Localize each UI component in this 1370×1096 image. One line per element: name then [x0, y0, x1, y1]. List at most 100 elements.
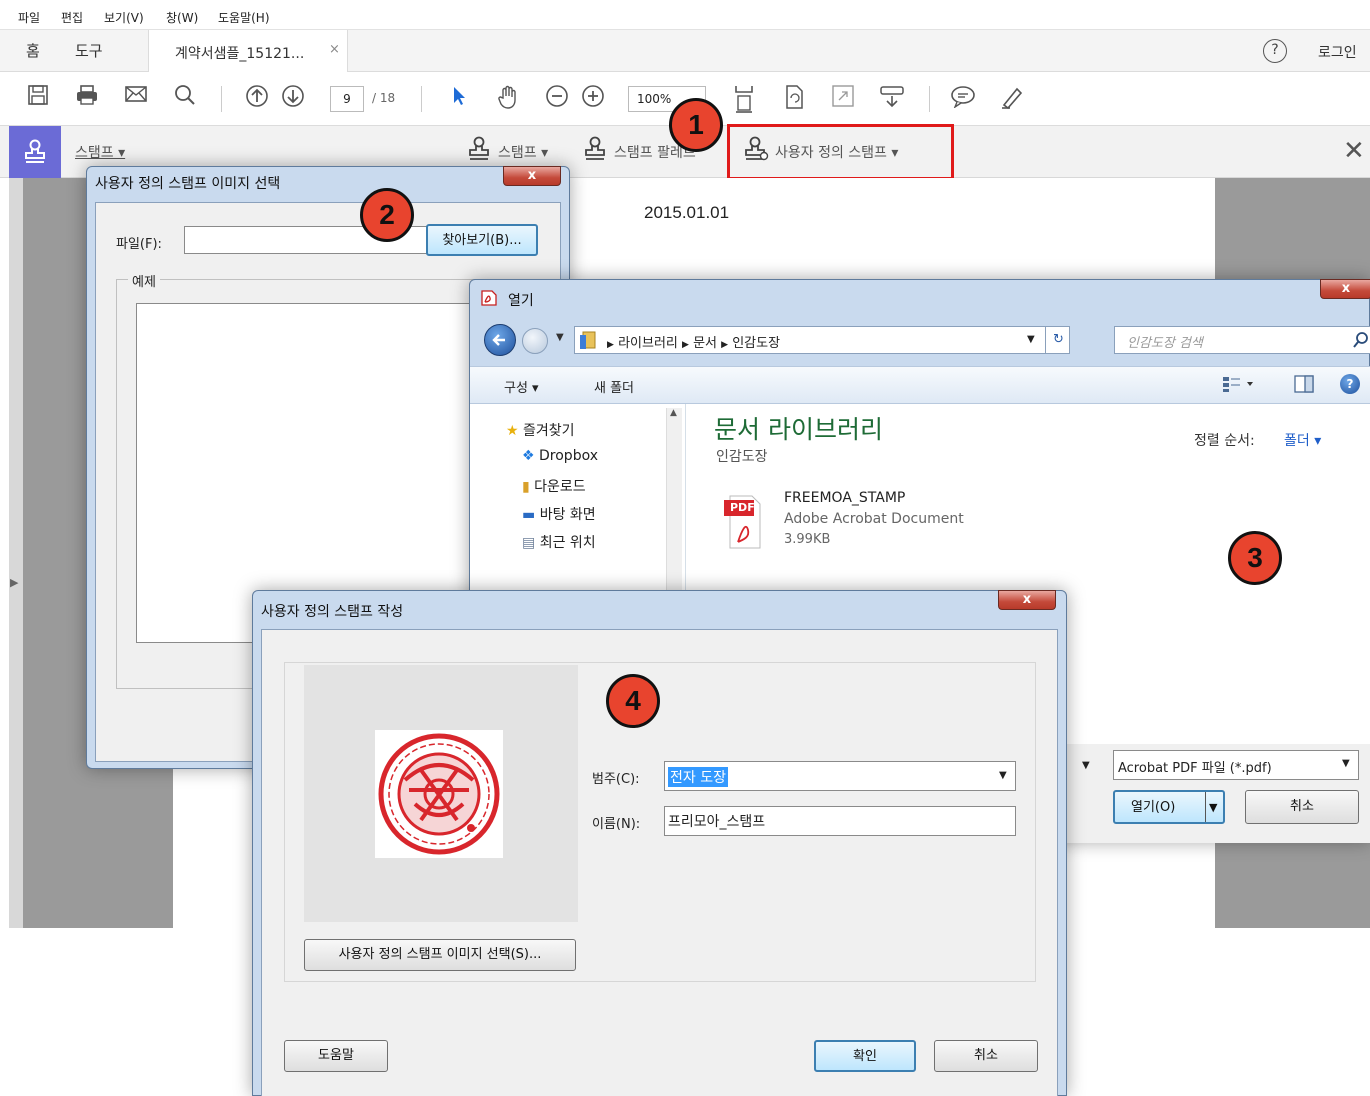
email-icon[interactable] [122, 84, 150, 112]
organize-menu[interactable]: 구성 ▾ [504, 377, 539, 396]
open-dialog-title: 열기 [508, 293, 534, 309]
pdf-file-icon: PDF [724, 492, 761, 552]
category-select[interactable]: 전자 도장 ▼ [664, 761, 1016, 791]
nav-desktop-label: 바탕 화면 [539, 507, 596, 523]
open-options-icon[interactable]: ▼ [1209, 792, 1217, 824]
nav-dropbox[interactable]: ❖ Dropbox [522, 448, 598, 464]
command-bar: 구성 ▾ 새 폴더 ? [470, 366, 1370, 404]
read-mode-icon[interactable] [878, 84, 906, 112]
print-icon[interactable] [73, 84, 101, 112]
scroll-up-icon[interactable]: ▲ [670, 408, 677, 418]
nav-favorites-label: 즐겨찾기 [523, 423, 575, 439]
nav-desktop[interactable]: ▬ 바탕 화면 [522, 504, 596, 524]
search-placeholder: 인감도장 검색 [1127, 336, 1203, 351]
open-cancel-button[interactable]: 취소 [1245, 790, 1359, 824]
refresh-icon[interactable]: ↻ [1045, 327, 1071, 353]
stamp-icon [467, 136, 491, 168]
star-icon: ★ [506, 423, 519, 439]
nav-favorites[interactable]: ★ 즐겨찾기 [506, 420, 575, 440]
close-tool-icon[interactable]: ✕ [1343, 136, 1365, 166]
ok-button[interactable]: 확인 [814, 1040, 916, 1072]
comment-icon[interactable] [949, 84, 977, 112]
stamp-seal-image [375, 730, 503, 858]
desktop-icon: ▬ [522, 507, 536, 523]
tab-home[interactable]: 홈 [26, 30, 40, 72]
menu-view[interactable]: 보기(V) [104, 9, 144, 26]
forward-button[interactable] [522, 328, 548, 354]
step-badge-1: 1 [669, 98, 723, 152]
history-dropdown-icon[interactable]: ▼ [556, 332, 564, 343]
address-dropdown-icon[interactable]: ▼ [1027, 334, 1035, 345]
zoom-out-icon[interactable] [543, 84, 571, 112]
open-button[interactable]: 열기(O) ▼ [1113, 790, 1225, 824]
recent-icon: ▤ [522, 535, 536, 551]
example-label: 예제 [128, 271, 160, 290]
name-label: 이름(N): [592, 817, 641, 832]
filename-dropdown-icon[interactable]: ▼ [1082, 760, 1090, 771]
dropbox-icon: ❖ [522, 448, 535, 464]
hand-tool-icon[interactable] [494, 84, 522, 112]
stamp-menu-left[interactable]: 스탬프 ▾ [75, 142, 125, 162]
tab-document[interactable]: 계약서샘플_15121... × [148, 30, 348, 73]
full-screen-icon[interactable] [829, 84, 857, 112]
nav-downloads[interactable]: ▮ 다운로드 [522, 476, 586, 496]
breadcrumb-folder[interactable]: 인감도장 [732, 336, 780, 351]
select-cursor-icon[interactable] [445, 84, 473, 112]
breadcrumb-libraries[interactable]: 라이브러리 [618, 336, 678, 351]
rotate-page-icon[interactable] [780, 84, 808, 112]
tab-close-icon[interactable]: × [329, 42, 340, 57]
search-icon[interactable] [171, 84, 199, 112]
create-cancel-button[interactable]: 취소 [934, 1040, 1038, 1072]
close-icon[interactable]: x [998, 590, 1056, 610]
download-folder-icon: ▮ [522, 479, 530, 495]
page-up-icon[interactable] [243, 84, 271, 112]
breadcrumb-documents[interactable]: 문서 [693, 336, 717, 351]
file-type-select[interactable]: Acrobat PDF 파일 (*.pdf) ▼ [1113, 750, 1359, 780]
menu-file[interactable]: 파일 [18, 9, 40, 26]
file-size: 3.99KB [784, 532, 831, 547]
create-dialog-title: 사용자 정의 스탬프 작성 [261, 604, 404, 620]
help-button[interactable]: 도움말 [284, 1040, 388, 1072]
nav-dropbox-label: Dropbox [539, 448, 599, 464]
close-icon[interactable]: x [503, 166, 561, 186]
stamp-dropdown[interactable]: 스탬프 ▾ [498, 142, 548, 162]
back-button[interactable] [484, 324, 516, 356]
tab-tools[interactable]: 도구 [75, 30, 103, 72]
page-down-icon[interactable] [279, 84, 307, 112]
file-item[interactable]: PDF FREEMOA_STAMP Adobe Acrobat Document… [714, 486, 1014, 556]
search-icon[interactable] [1353, 331, 1369, 353]
menu-bar: 파일 편집 보기(V) 창(W) 도움말(H) [0, 0, 1370, 30]
sort-dropdown[interactable]: 폴더 ▾ [1284, 430, 1321, 450]
zoom-in-icon[interactable] [579, 84, 607, 112]
step-badge-4: 4 [606, 674, 660, 728]
save-icon[interactable] [24, 84, 52, 112]
view-options-icon[interactable] [1222, 375, 1256, 397]
custom-stamp-highlight [727, 124, 954, 180]
file-type: Adobe Acrobat Document [784, 511, 964, 527]
step-badge-2: 2 [360, 188, 414, 242]
browse-button[interactable]: 찾아보기(B)... [426, 224, 538, 256]
help-icon[interactable]: ? [1263, 39, 1287, 63]
help-icon[interactable]: ? [1340, 374, 1360, 394]
menu-window[interactable]: 창(W) [166, 9, 198, 26]
address-bar[interactable]: ▶ 라이브러리 ▶ 문서 ▶ 인감도장 ▼ ↻ [574, 326, 1070, 354]
preview-pane-icon[interactable] [1294, 375, 1314, 397]
menu-edit[interactable]: 편집 [61, 9, 83, 26]
highlight-pen-icon[interactable] [998, 84, 1026, 112]
new-folder-button[interactable]: 새 폴더 [594, 377, 634, 396]
toolbar-divider [221, 86, 222, 112]
fit-page-icon[interactable] [730, 84, 758, 113]
toolbar-divider [929, 86, 930, 112]
name-input[interactable]: 프리모아_스탬프 [664, 806, 1016, 836]
breadcrumb: ▶ 라이브러리 ▶ 문서 ▶ 인감도장 [607, 336, 781, 351]
page-number-input[interactable]: 9 [330, 86, 364, 112]
menu-help[interactable]: 도움말(H) [218, 9, 270, 26]
login-link[interactable]: 로그인 [1318, 42, 1357, 62]
expand-panel-icon[interactable]: ▶ [10, 576, 18, 589]
close-icon[interactable]: x [1320, 279, 1370, 299]
search-box[interactable]: 인감도장 검색 [1114, 326, 1370, 354]
left-panel-strip [9, 178, 23, 928]
stamp-tool-icon[interactable] [9, 126, 61, 178]
select-stamp-image-button[interactable]: 사용자 정의 스탬프 이미지 선택(S)... [304, 939, 576, 971]
nav-recent[interactable]: ▤ 최근 위치 [522, 532, 596, 552]
